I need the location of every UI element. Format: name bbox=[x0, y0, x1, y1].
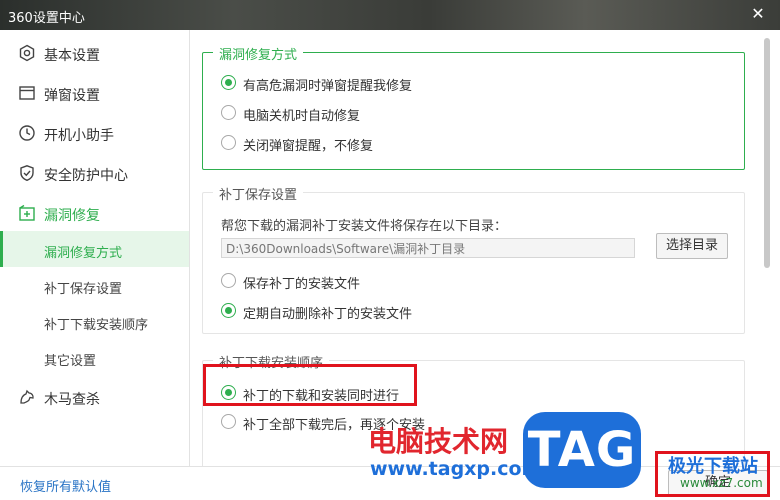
radio-button[interactable] bbox=[221, 303, 236, 318]
subitem-download-order[interactable]: 补丁下载安装顺序 bbox=[0, 303, 189, 339]
horse-icon bbox=[20, 389, 34, 404]
radio-label: 电脑关机时自动修复 bbox=[243, 109, 361, 124]
radio-label: 保存补丁的安装文件 bbox=[243, 277, 361, 292]
repair-option-popup[interactable]: 有高危漏洞时弹窗提醒我修复 bbox=[221, 73, 521, 94]
tag-logo: TAG bbox=[523, 412, 641, 488]
subitem-other-settings[interactable]: 其它设置 bbox=[0, 339, 189, 375]
watermark-corner-name: 极光下载站 bbox=[668, 456, 758, 477]
radio-label: 定期自动删除补丁的安装文件 bbox=[243, 307, 413, 322]
group-legend: 补丁下载安装顺序 bbox=[213, 352, 330, 371]
sidebar-item-security-center[interactable]: 安全防护中心 bbox=[0, 153, 189, 191]
sidebar-item-popup-settings[interactable]: 弹窗设置 bbox=[0, 73, 189, 111]
radio-button[interactable] bbox=[221, 75, 236, 90]
content-scrollbar[interactable] bbox=[756, 30, 780, 466]
close-icon[interactable]: ✕ bbox=[750, 5, 766, 23]
sidebar-item-label: 木马查杀 bbox=[44, 392, 100, 408]
radio-label: 有高危漏洞时弹窗提醒我修复 bbox=[243, 79, 413, 94]
choose-directory-button[interactable]: 选择目录 bbox=[656, 233, 728, 259]
watermark-site-url: www.tagxp.com bbox=[370, 458, 542, 480]
subitem-label: 补丁下载安装顺序 bbox=[44, 318, 149, 333]
window-icon bbox=[19, 86, 35, 100]
sidebar-item-label: 漏洞修复 bbox=[44, 208, 100, 224]
patch-save-description: 帮您下载的漏洞补丁安装文件将保存在以下目录： bbox=[221, 219, 508, 234]
radio-button[interactable] bbox=[221, 105, 236, 120]
scrollbar-thumb[interactable] bbox=[764, 38, 770, 268]
subitem-repair-mode[interactable]: 漏洞修复方式 bbox=[0, 231, 189, 267]
radio-label: 补丁的下载和安装同时进行 bbox=[243, 389, 400, 404]
window-title: 360设置中心 bbox=[8, 11, 85, 26]
repair-option-off[interactable]: 关闭弹窗提醒，不修复 bbox=[221, 133, 521, 154]
sidebar-item-boot-assistant[interactable]: 开机小助手 bbox=[0, 113, 189, 151]
sidebar-item-trojan-scan[interactable]: 木马查杀 bbox=[0, 377, 189, 415]
radio-label: 关闭弹窗提醒，不修复 bbox=[243, 139, 374, 154]
clock-icon bbox=[19, 125, 35, 141]
sidebar-item-vuln-repair[interactable]: 漏洞修复 bbox=[0, 193, 189, 231]
order-option-simultaneous[interactable]: 补丁的下载和安装同时进行 bbox=[221, 383, 521, 404]
sidebar-item-basic-settings[interactable]: 基本设置 bbox=[0, 33, 189, 71]
patch-path-field[interactable] bbox=[221, 238, 635, 258]
radio-button[interactable] bbox=[221, 273, 236, 288]
sidebar-item-label: 弹窗设置 bbox=[44, 88, 100, 104]
sidebar-item-label: 开机小助手 bbox=[44, 128, 114, 144]
radio-button[interactable] bbox=[221, 385, 236, 400]
subitem-label: 漏洞修复方式 bbox=[44, 246, 123, 261]
radio-button[interactable] bbox=[221, 414, 236, 429]
patch-option-keep[interactable]: 保存补丁的安装文件 bbox=[221, 271, 521, 292]
watermark-corner-url: www.xz7.com bbox=[680, 476, 763, 490]
sidebar: 基本设置 弹窗设置 开机小助手 安全防护中心 漏洞修复 漏洞修复方式 补丁保存设… bbox=[0, 30, 190, 466]
restore-defaults-link[interactable]: 恢复所有默认值 bbox=[20, 476, 111, 495]
sidebar-item-label: 安全防护中心 bbox=[44, 168, 128, 184]
watermark-site-name: 电脑技术网 bbox=[368, 425, 509, 458]
active-indicator bbox=[0, 231, 3, 267]
subitem-label: 其它设置 bbox=[44, 354, 97, 369]
repair-mode-group: 漏洞修复方式 有高危漏洞时弹窗提醒我修复 电脑关机时自动修复 关闭弹窗提醒，不修… bbox=[202, 44, 745, 170]
shield-icon bbox=[20, 165, 34, 182]
sidebar-item-label: 基本设置 bbox=[44, 48, 100, 64]
hexagon-gear-icon bbox=[19, 44, 35, 62]
subitem-patch-save[interactable]: 补丁保存设置 bbox=[0, 267, 189, 303]
patch-save-group: 补丁保存设置 帮您下载的漏洞补丁安装文件将保存在以下目录： 选择目录 保存补丁的… bbox=[202, 184, 745, 334]
group-legend: 补丁保存设置 bbox=[213, 184, 304, 203]
subitem-label: 补丁保存设置 bbox=[44, 282, 123, 297]
patch-option-auto-delete[interactable]: 定期自动删除补丁的安装文件 bbox=[221, 301, 521, 322]
title-bar: 360设置中心 ✕ bbox=[0, 0, 780, 30]
plus-box-icon bbox=[19, 204, 35, 221]
repair-option-shutdown[interactable]: 电脑关机时自动修复 bbox=[221, 103, 521, 124]
group-legend: 漏洞修复方式 bbox=[213, 44, 304, 63]
settings-content: 漏洞修复方式 有高危漏洞时弹窗提醒我修复 电脑关机时自动修复 关闭弹窗提醒，不修… bbox=[190, 30, 756, 466]
radio-button[interactable] bbox=[221, 135, 236, 150]
